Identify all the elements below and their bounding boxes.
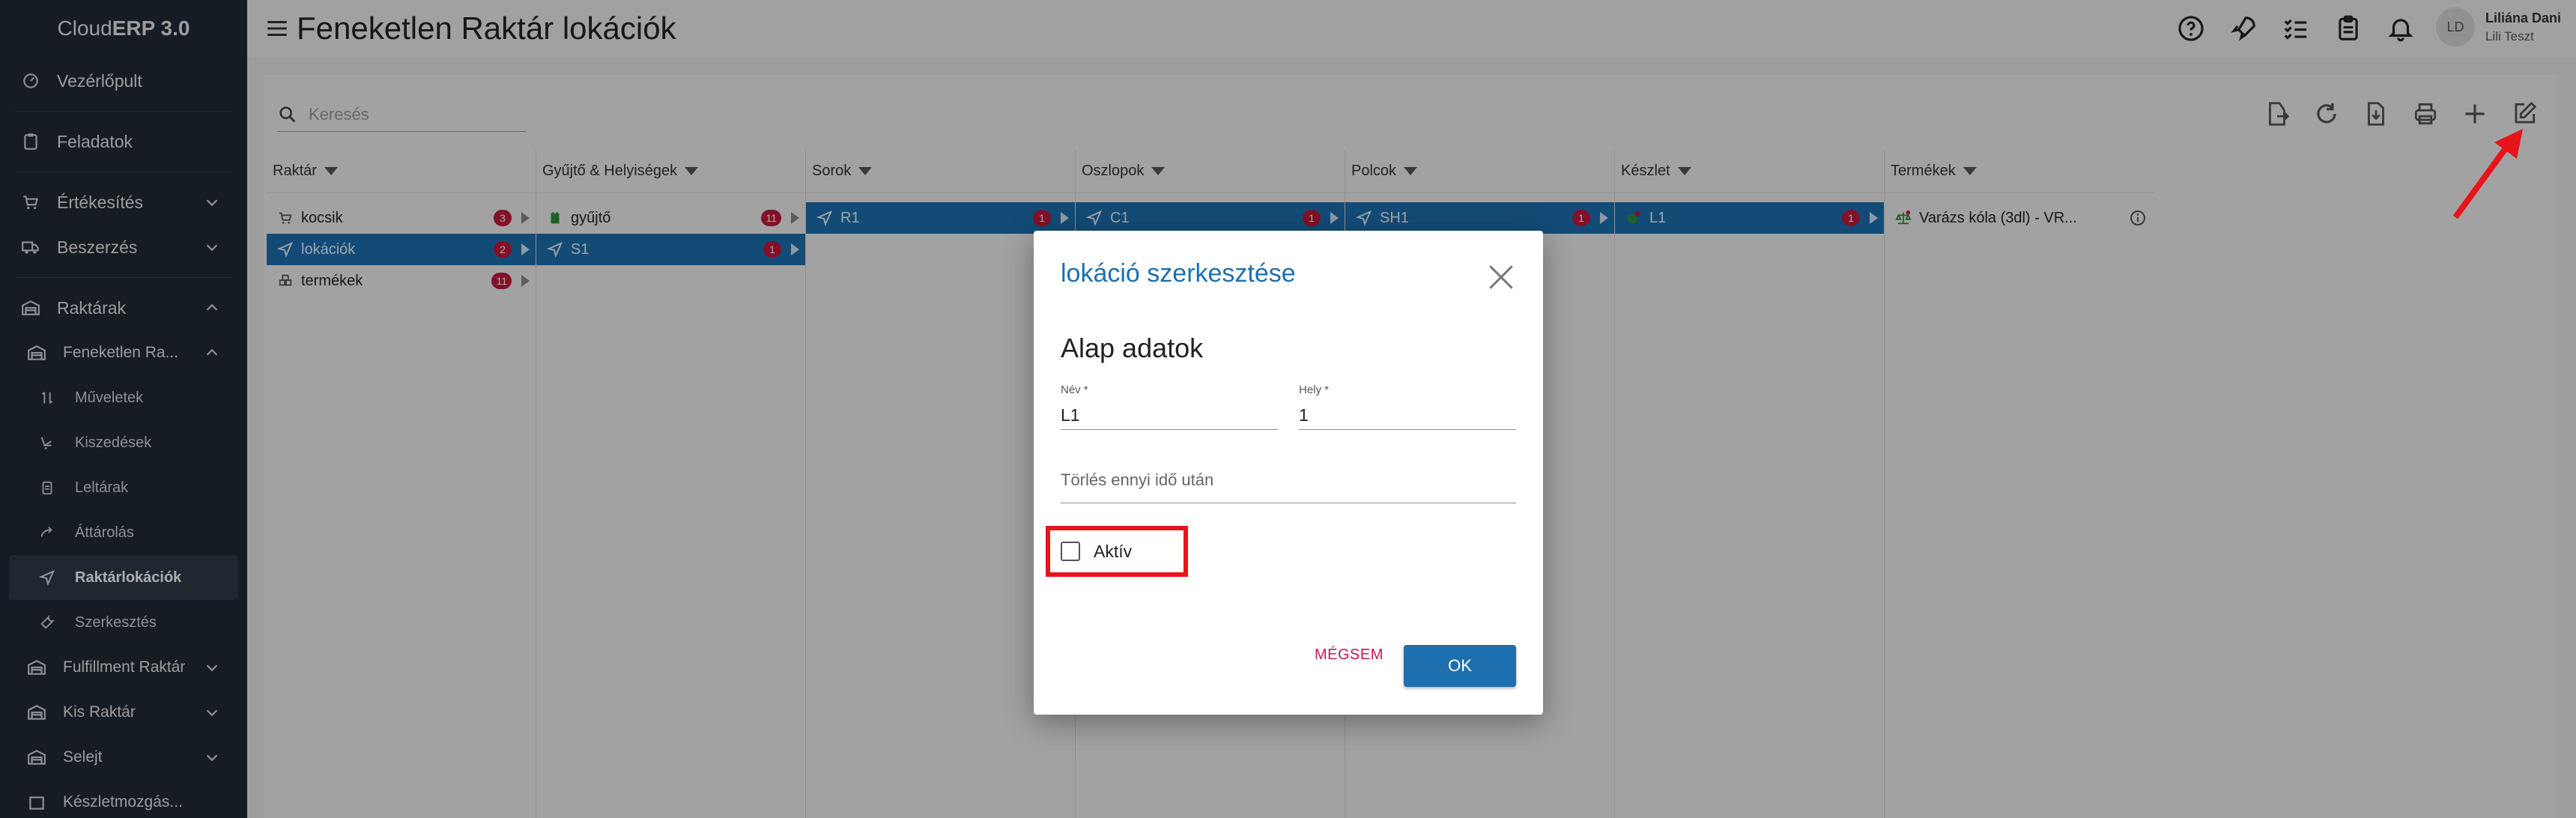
place-field[interactable]: Hely * 1	[1299, 384, 1516, 430]
dialog-title: lokáció szerkesztése	[1061, 259, 1296, 288]
ok-button[interactable]: OK	[1404, 645, 1516, 687]
delete-after-input[interactable]: Törlés ennyi idő után	[1061, 455, 1516, 490]
close-icon[interactable]	[1485, 261, 1518, 294]
section-title: Alap adatok	[1061, 333, 1204, 363]
active-checkbox-highlight: Aktív	[1046, 526, 1188, 577]
delete-after-field[interactable]: Törlés ennyi idő után	[1061, 455, 1516, 503]
name-field[interactable]: Név * L1	[1061, 384, 1278, 430]
edit-location-dialog: lokáció szerkesztése Alap adatok Név * L…	[1034, 231, 1543, 715]
cancel-button[interactable]: MÉGSEM	[1315, 646, 1384, 664]
name-input[interactable]: L1	[1061, 405, 1278, 425]
active-checkbox[interactable]	[1061, 542, 1080, 561]
field-label: Név *	[1061, 384, 1088, 396]
place-input[interactable]: 1	[1299, 405, 1516, 425]
field-label: Hely *	[1299, 384, 1330, 396]
active-label[interactable]: Aktív	[1094, 542, 1132, 562]
annotation-arrow-icon	[2452, 129, 2523, 219]
